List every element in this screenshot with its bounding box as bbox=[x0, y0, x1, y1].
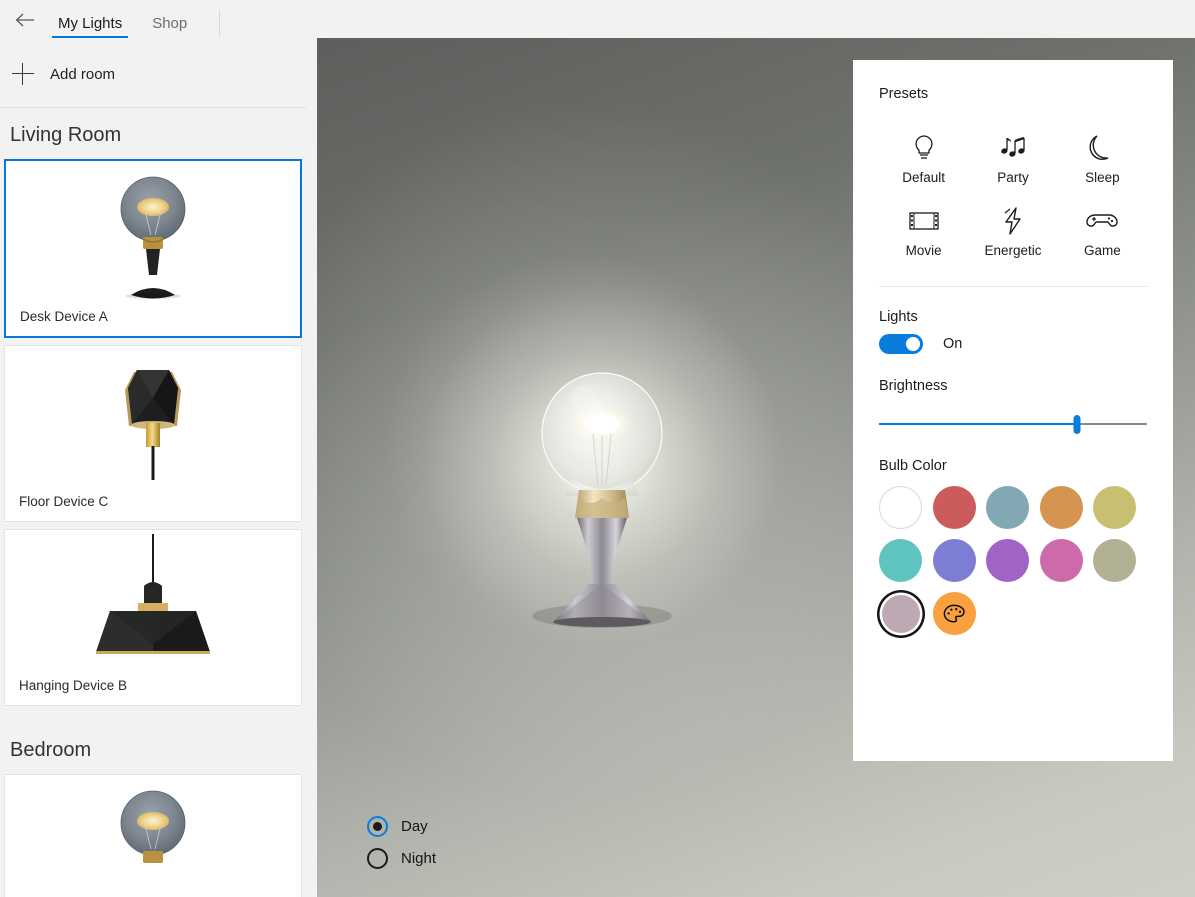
tab-my-lights[interactable]: My Lights bbox=[52, 15, 129, 38]
device-label: Hanging Device B bbox=[19, 678, 128, 693]
brightness-control-block: Brightness bbox=[879, 378, 1147, 436]
control-panel: Presets Default Party Sleep Movie Energe… bbox=[853, 60, 1173, 761]
swatch-cell bbox=[879, 592, 933, 635]
app-root: My Lights Shop Add room Living Room Desk… bbox=[0, 0, 1195, 897]
preset-grid: Default Party Sleep Movie Energetic Game bbox=[879, 128, 1147, 258]
swatch-cell bbox=[879, 486, 933, 529]
preset-label: Game bbox=[1083, 243, 1121, 258]
moon-icon bbox=[1089, 128, 1115, 168]
preset-energetic[interactable]: Energetic bbox=[968, 201, 1057, 258]
toggle-knob bbox=[906, 337, 920, 351]
color-swatch-olive[interactable] bbox=[1093, 486, 1137, 529]
color-swatch-khaki[interactable] bbox=[1093, 539, 1137, 582]
color-swatch-orange[interactable] bbox=[1039, 486, 1083, 529]
device-label: Desk Device A bbox=[20, 309, 108, 324]
swatch-cell bbox=[1093, 539, 1147, 582]
tab-my-lights-label: My Lights bbox=[58, 15, 123, 32]
room-heading-bedroom: Bedroom bbox=[10, 739, 92, 761]
device-card-hanging-device-b[interactable]: Hanging Device B bbox=[4, 529, 302, 706]
color-swatch-periwinkle[interactable] bbox=[932, 539, 976, 582]
preset-sleep[interactable]: Sleep bbox=[1058, 128, 1147, 185]
device-card-bedroom-device[interactable] bbox=[4, 774, 302, 897]
radio-circle-icon bbox=[367, 815, 388, 837]
glowing-desk-lamp bbox=[409, 268, 799, 658]
lights-heading: Lights bbox=[879, 309, 918, 325]
device-label: Floor Device C bbox=[19, 494, 109, 509]
lightbulb-icon bbox=[912, 128, 936, 168]
lights-control-block: Lights On bbox=[879, 309, 1147, 354]
preset-label: Movie bbox=[905, 243, 942, 258]
swatch-cell bbox=[1093, 486, 1147, 529]
film-strip-icon bbox=[909, 201, 939, 241]
color-swatch-pink[interactable] bbox=[1039, 539, 1083, 582]
tab-shop-label: Shop bbox=[152, 15, 188, 32]
swatch-cell bbox=[932, 486, 987, 529]
lights-toggle-switch[interactable] bbox=[879, 334, 923, 354]
swatch-cell bbox=[1039, 539, 1094, 582]
brightness-heading: Brightness bbox=[879, 378, 948, 394]
color-swatch-purple[interactable] bbox=[986, 539, 1030, 582]
pendant-lamp-thumbnail bbox=[5, 530, 301, 678]
tab-list: My Lights Shop bbox=[52, 10, 221, 38]
desk-lamp-thumbnail bbox=[6, 161, 300, 309]
color-swatch-grid bbox=[879, 486, 1147, 635]
wall-sconce-thumbnail bbox=[5, 346, 301, 494]
lightning-bolt-icon bbox=[1001, 201, 1025, 241]
top-navigation-bar: My Lights Shop bbox=[0, 0, 306, 38]
swatch-cell bbox=[986, 539, 1040, 582]
tab-separator bbox=[219, 10, 221, 36]
palette-icon bbox=[943, 604, 965, 623]
add-room-button[interactable]: Add room bbox=[0, 52, 306, 96]
plus-icon bbox=[12, 63, 34, 85]
device-card-desk-device-a[interactable]: Desk Device A bbox=[4, 159, 302, 338]
back-button[interactable] bbox=[8, 3, 42, 37]
color-swatch-red[interactable] bbox=[932, 486, 976, 529]
preset-label: Energetic bbox=[984, 243, 1042, 258]
radio-option-day[interactable]: Day bbox=[367, 810, 436, 842]
swatch-cell bbox=[879, 539, 933, 582]
slider-thumb[interactable] bbox=[1073, 415, 1081, 434]
presets-heading: Presets bbox=[879, 86, 929, 102]
preset-movie[interactable]: Movie bbox=[879, 201, 968, 258]
bulb-thumbnail bbox=[5, 775, 301, 897]
color-swatch-mauve[interactable] bbox=[881, 594, 920, 633]
radio-option-night[interactable]: Night bbox=[367, 842, 436, 874]
day-night-radio-group: Day Night bbox=[367, 810, 436, 874]
gamepad-icon bbox=[1086, 201, 1119, 241]
preset-default[interactable]: Default bbox=[879, 128, 968, 185]
swatch-cell bbox=[932, 539, 987, 582]
radio-circle-icon bbox=[367, 847, 388, 869]
preset-label: Sleep bbox=[1085, 170, 1120, 185]
room-heading-living-room: Living Room bbox=[10, 124, 122, 146]
lights-state-label: On bbox=[943, 336, 963, 352]
preset-label: Party bbox=[997, 170, 1029, 185]
color-swatch-white[interactable] bbox=[879, 486, 922, 529]
preset-label: Default bbox=[902, 170, 946, 185]
device-card-floor-device-c[interactable]: Floor Device C bbox=[4, 345, 302, 522]
add-room-label: Add room bbox=[50, 65, 116, 83]
radio-label-day: Day bbox=[401, 817, 428, 835]
tab-shop[interactable]: Shop bbox=[146, 15, 193, 38]
color-swatch-custom[interactable] bbox=[932, 592, 976, 635]
preset-game[interactable]: Game bbox=[1058, 201, 1147, 258]
brightness-slider[interactable] bbox=[879, 412, 1147, 436]
swatch-cell bbox=[932, 592, 987, 635]
swatch-cell bbox=[1039, 486, 1094, 529]
radio-label-night: Night bbox=[401, 849, 437, 867]
bulb-color-block: Bulb Color bbox=[879, 458, 1147, 635]
radio-dot bbox=[373, 821, 382, 831]
color-swatch-steel-blue[interactable] bbox=[986, 486, 1030, 529]
swatch-cell bbox=[986, 486, 1040, 529]
bulb-color-heading: Bulb Color bbox=[879, 458, 947, 474]
panel-divider bbox=[879, 286, 1147, 287]
color-swatch-teal[interactable] bbox=[879, 539, 922, 582]
music-notes-icon bbox=[998, 128, 1028, 168]
slider-fill bbox=[879, 423, 1078, 425]
preset-party[interactable]: Party bbox=[968, 128, 1057, 185]
sidebar: My Lights Shop Add room Living Room Desk… bbox=[0, 0, 306, 897]
